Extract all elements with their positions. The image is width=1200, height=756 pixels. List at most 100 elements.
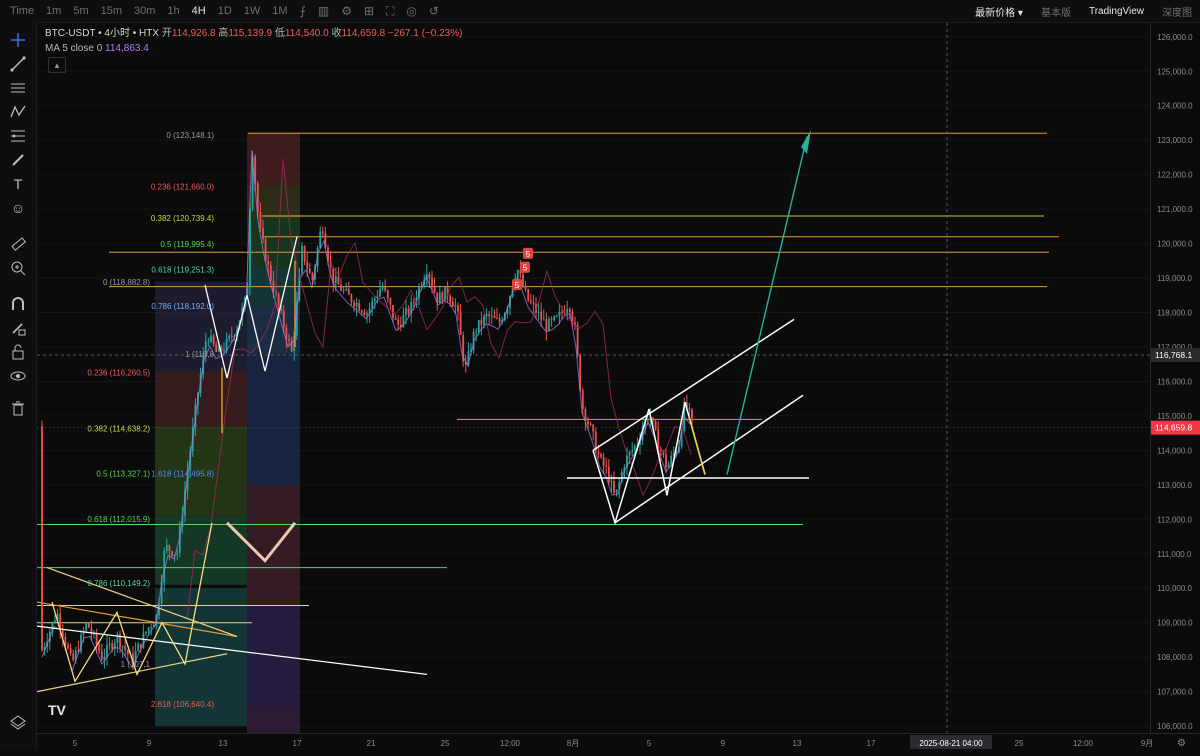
collapse-legend-button[interactable]: ▲	[48, 57, 66, 73]
candle-body	[516, 270, 519, 280]
candle-body	[394, 317, 397, 320]
candle-body	[459, 311, 462, 335]
crosshair-price-tag: 116,768.1	[1155, 350, 1192, 360]
fullscreen-icon[interactable]: ⛶	[380, 4, 400, 19]
change-value: −267.1 (−0.23%)	[387, 28, 463, 39]
y-tick-label: 121,000.0	[1157, 205, 1193, 214]
candle-body	[610, 481, 613, 483]
price-axis[interactable]: 126,000.0 125,000.0 124,000.0 123,000.0 122,…	[1150, 23, 1200, 733]
candle-body	[558, 311, 561, 316]
candle-body	[493, 315, 496, 318]
candle-body	[342, 289, 345, 291]
candle-body	[126, 650, 129, 655]
candle-body	[581, 390, 584, 410]
zoom-in-icon[interactable]	[8, 258, 28, 278]
candle-body	[306, 261, 309, 269]
fib-label: 0.786 (110,149.2)	[87, 579, 150, 588]
chart-legend: BTC-USDT • 4小时 • HTX 开114,926.8 高115,139…	[45, 26, 462, 56]
timeframe-1h[interactable]: 1h	[161, 5, 185, 17]
fib-label: 1.618 (114,495.8)	[151, 470, 214, 479]
layers-icon[interactable]	[8, 712, 28, 732]
tradingview-tab[interactable]: TradingView	[1089, 6, 1144, 17]
candle-body	[269, 264, 272, 281]
candle-body	[566, 309, 569, 314]
candle-body	[412, 301, 415, 303]
candle-body	[568, 309, 571, 312]
horizontal-lines-icon[interactable]	[8, 78, 28, 98]
crosshair-icon[interactable]	[8, 30, 28, 50]
candle-body	[67, 645, 69, 649]
depth-chart-tab[interactable]: 深度图	[1162, 4, 1192, 19]
timeframe-1d[interactable]: 1D	[212, 5, 238, 17]
candle-body	[431, 278, 433, 287]
candle-body	[529, 300, 532, 303]
indicator-icon[interactable]: ⨍	[294, 4, 312, 18]
candle-body	[321, 231, 324, 234]
x-tick-label: 12:00	[500, 739, 521, 748]
price-chart[interactable]: 5550 (123,148.1)0.236 (121,660.0)0.382 (…	[37, 23, 1150, 733]
text-tool-icon[interactable]: T	[8, 174, 28, 194]
brush-icon[interactable]	[8, 150, 28, 170]
price-source-dropdown[interactable]: 最新价格 ▾	[975, 4, 1023, 19]
candle-body	[340, 284, 342, 291]
undo-icon[interactable]: ↺	[423, 4, 445, 18]
x-tick-label: 13	[793, 739, 802, 748]
candle-body	[285, 327, 288, 340]
chart-type-icon[interactable]: ▥	[312, 4, 335, 18]
candle-body	[212, 335, 215, 345]
candle-body	[124, 646, 127, 651]
candle-body	[633, 445, 636, 451]
candle-body	[262, 227, 264, 239]
screenshot-icon[interactable]: ◎	[400, 4, 422, 18]
candle-body	[379, 289, 381, 297]
timeframe-1w[interactable]: 1W	[238, 5, 267, 17]
grid-icon[interactable]: ⊞	[358, 4, 380, 18]
fib-icon[interactable]	[8, 126, 28, 146]
axis-settings-icon[interactable]: ⚙	[1177, 738, 1186, 749]
candle-body	[597, 451, 600, 455]
ruler-icon[interactable]	[8, 234, 28, 254]
candle-body	[628, 451, 631, 456]
candle-body	[488, 313, 491, 317]
time-axis[interactable]: 5 9 13 17 21 25 12:00 8月 5 9 13 17 25 12:00 9月 2025-08-…	[37, 733, 1200, 751]
pattern-icon[interactable]	[8, 102, 28, 122]
candle-body	[490, 315, 493, 317]
settings-icon[interactable]: ⚙	[335, 4, 358, 18]
candle-body	[542, 319, 545, 321]
timeframe-5m[interactable]: 5m	[67, 5, 94, 17]
basic-view-tab[interactable]: 基本版	[1041, 4, 1071, 19]
fib-label: 0.382 (114,638.2)	[87, 424, 150, 433]
ma-label[interactable]: MA 5 close 0	[45, 43, 102, 54]
fib-label: 0.382 (120,739.4)	[151, 214, 214, 223]
candle-body	[150, 627, 153, 629]
fib-label: 0 (123,148.1)	[166, 131, 214, 140]
magnet-icon[interactable]	[8, 294, 28, 314]
candle-body	[576, 324, 579, 355]
candle-body	[282, 310, 285, 328]
lock-icon[interactable]	[8, 342, 28, 362]
candle-body	[386, 290, 389, 299]
candle-body	[54, 620, 56, 623]
timeframe-30m[interactable]: 30m	[128, 5, 161, 17]
x-tick-label: 13	[219, 739, 228, 748]
timeframe-15m[interactable]: 15m	[95, 5, 128, 17]
candle-body	[667, 464, 670, 468]
candle-body	[230, 335, 233, 337]
symbol-title[interactable]: BTC-USDT • 4小时 • HTX	[45, 28, 159, 39]
timeframe-time[interactable]: Time	[4, 5, 40, 17]
timeframe-1m[interactable]: 1M	[266, 5, 293, 17]
eye-icon[interactable]	[8, 366, 28, 386]
timeframe-1m[interactable]: 1m	[40, 5, 67, 17]
trash-icon[interactable]	[8, 398, 28, 418]
candle-body	[688, 407, 691, 410]
timeframe-4h[interactable]: 4H	[186, 5, 212, 17]
trendline-icon[interactable]	[8, 54, 28, 74]
candle-body	[355, 303, 358, 307]
emoji-icon[interactable]: ☺	[8, 198, 28, 218]
candle-body	[475, 331, 478, 333]
candle-body	[389, 298, 392, 306]
timeframe-selector: Time 1m 5m 15m 30m 1h 4H 1D 1W 1M	[0, 5, 294, 17]
candle-body	[100, 651, 103, 660]
candle-body	[347, 288, 350, 295]
pencil-lock-icon[interactable]	[8, 318, 28, 338]
